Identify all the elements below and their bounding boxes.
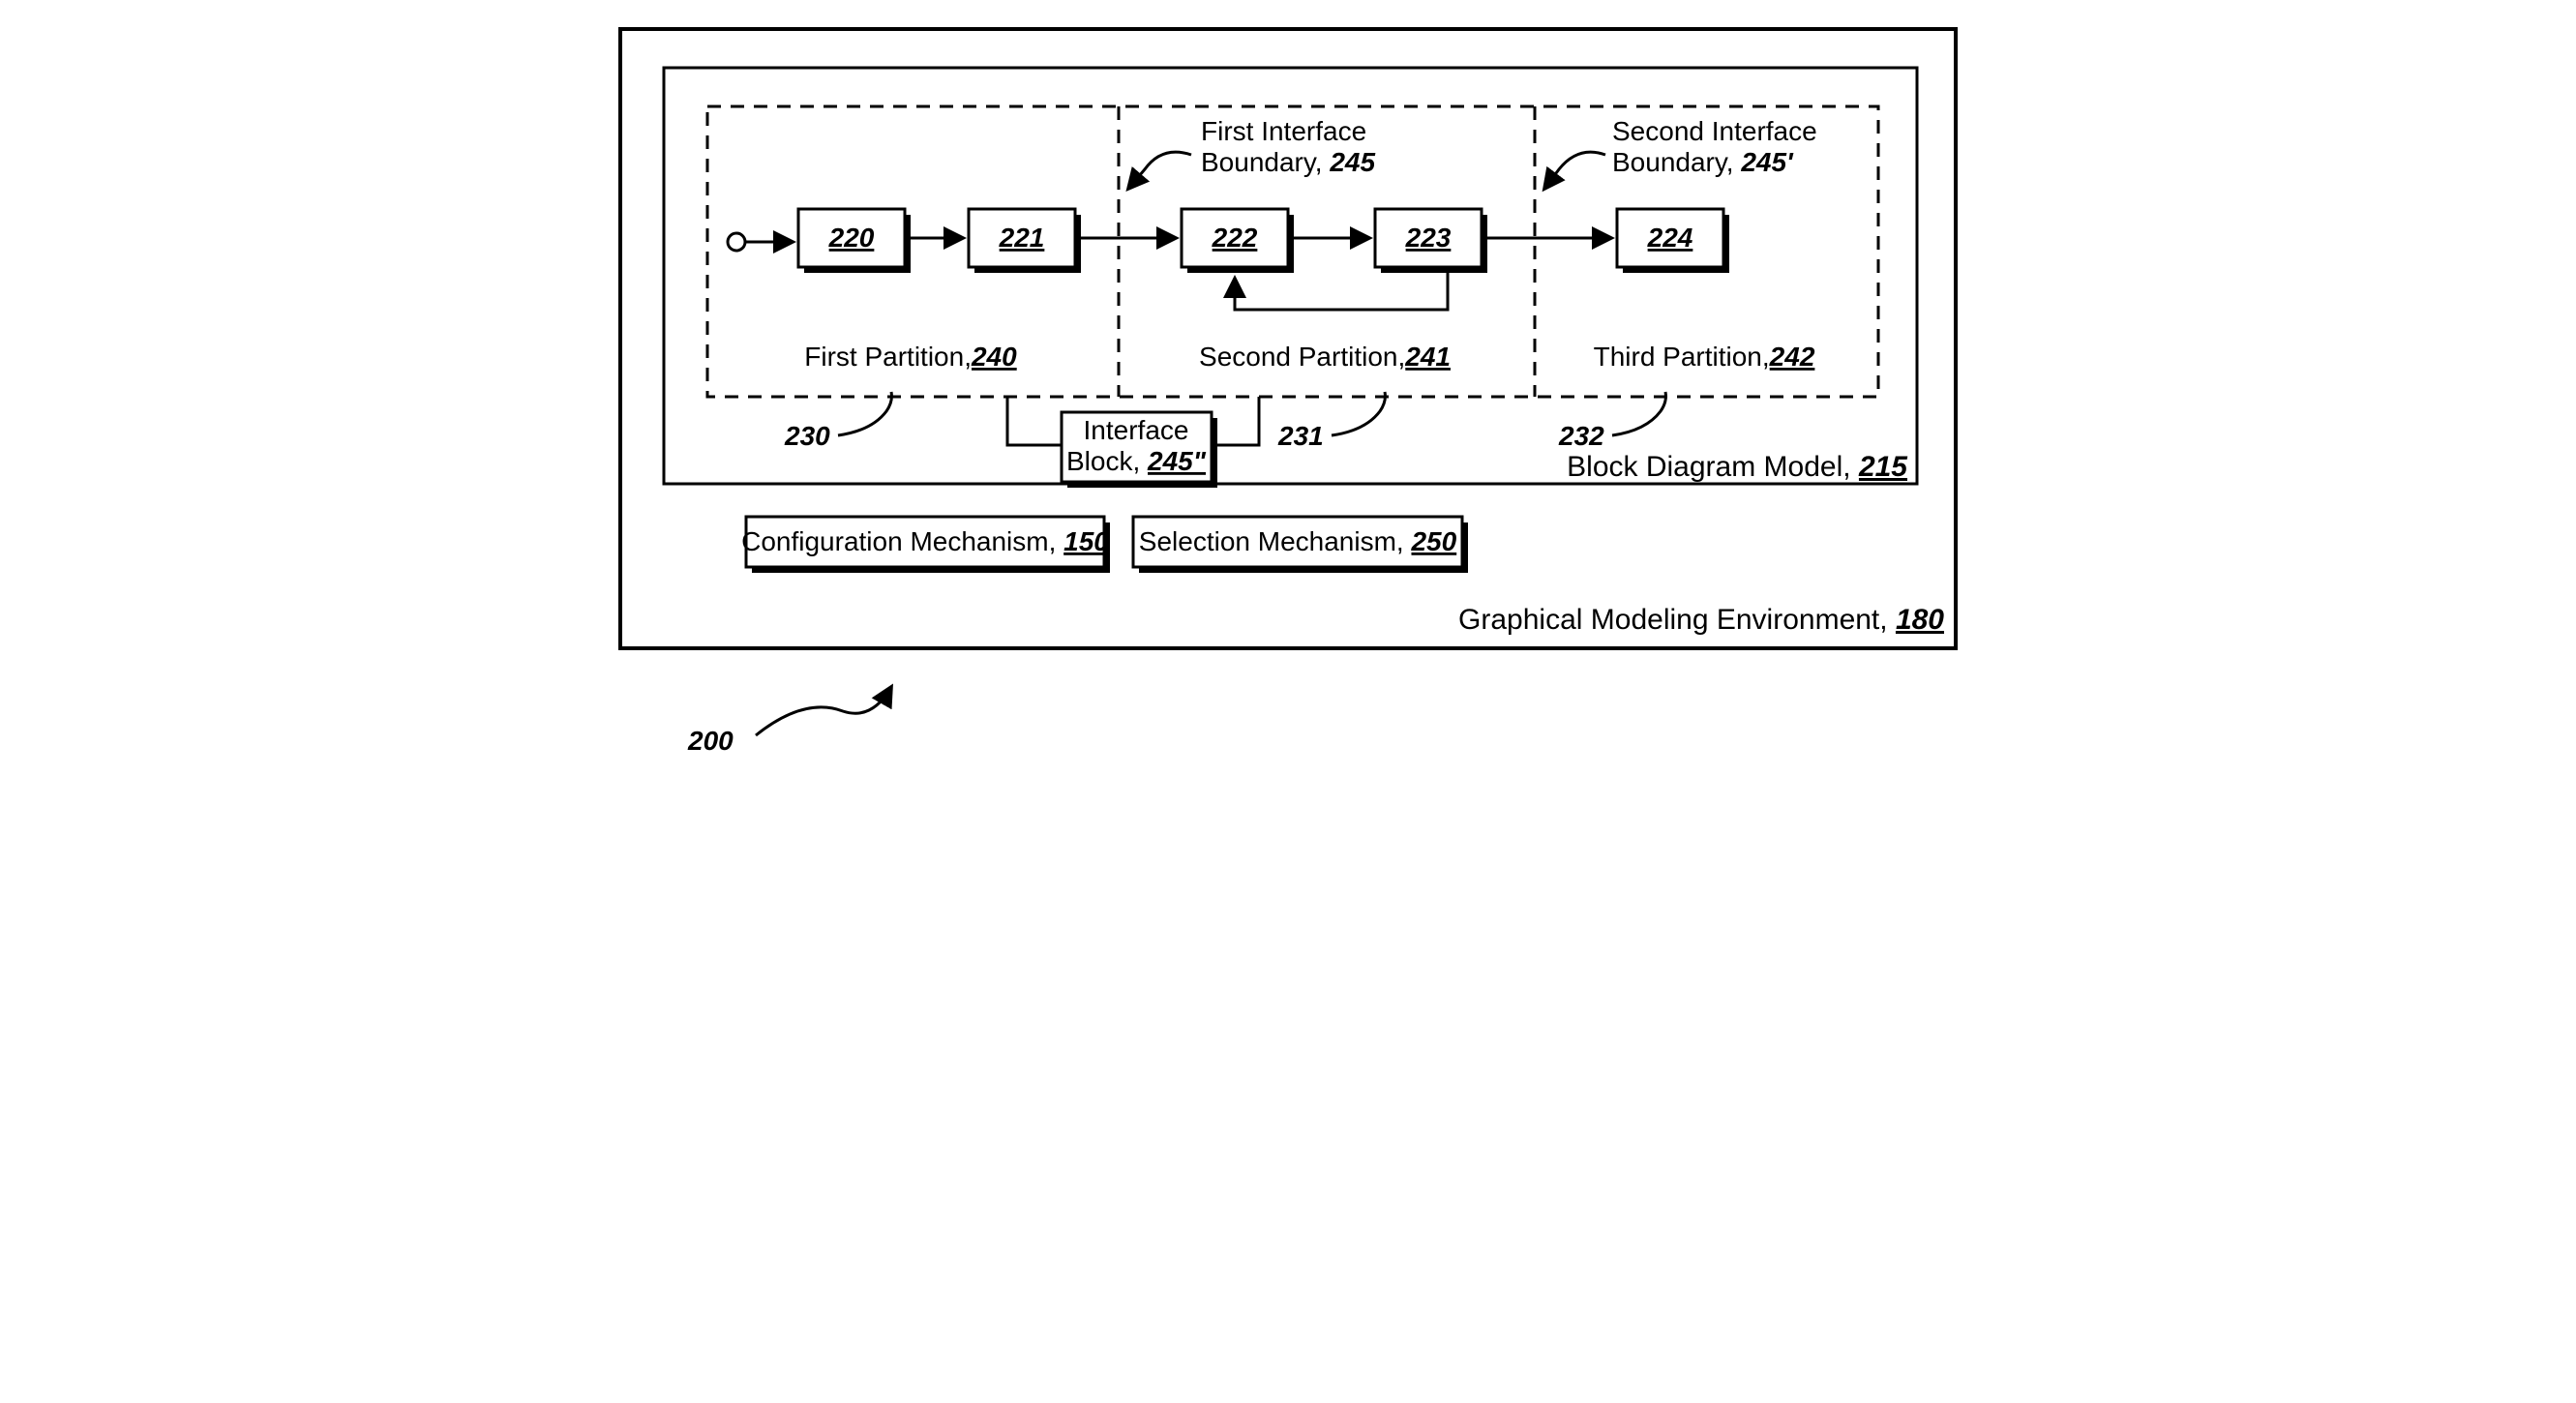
second-boundary-label: Second Interface Boundary, 245' <box>1612 116 1824 177</box>
gme-label: Graphical Modeling Environment, 180 <box>1458 604 1944 636</box>
partition1-label: First Partition,240 <box>804 342 1017 372</box>
first-boundary-label: First Interface Boundary, 245 <box>1201 116 1375 177</box>
interface-block-l2: Block, 245" <box>1066 446 1207 476</box>
partition3-label: Third Partition,242 <box>1594 342 1815 372</box>
partition2-label: Second Partition,241 <box>1199 342 1451 372</box>
block-223-label: 223 <box>1405 223 1452 253</box>
squiggle-230 <box>838 392 891 435</box>
ref-231: 231 <box>1277 421 1324 451</box>
block-diagram-model-label: Block Diagram Model, 215 <box>1567 451 1908 483</box>
config-mechanism-label: Configuration Mechanism, 150 <box>741 526 1109 556</box>
ref-200: 200 <box>687 726 734 756</box>
wire-feedback-223-222 <box>1235 273 1448 310</box>
block-221-label: 221 <box>999 223 1045 253</box>
squiggle-231 <box>1332 392 1385 435</box>
ref-232: 232 <box>1558 421 1604 451</box>
ref-230: 230 <box>784 421 830 451</box>
diagram-canvas: Graphical Modeling Environment, 180 Bloc… <box>582 0 1994 774</box>
block-220-label: 220 <box>828 223 875 253</box>
callout-arrow-b1 <box>1128 152 1191 189</box>
block-222-label: 222 <box>1212 223 1258 253</box>
callout-arrow-b2 <box>1544 152 1605 189</box>
interface-block-l1: Interface <box>1084 415 1189 445</box>
wire-ifblock-right <box>1212 397 1259 445</box>
block-224-label: 224 <box>1647 223 1693 253</box>
source-node <box>728 233 745 251</box>
selection-mechanism-label: Selection Mechanism, 250 <box>1139 526 1457 556</box>
squiggle-232 <box>1612 392 1665 435</box>
squiggle-200 <box>756 687 891 735</box>
wire-ifblock-left <box>1007 397 1062 445</box>
